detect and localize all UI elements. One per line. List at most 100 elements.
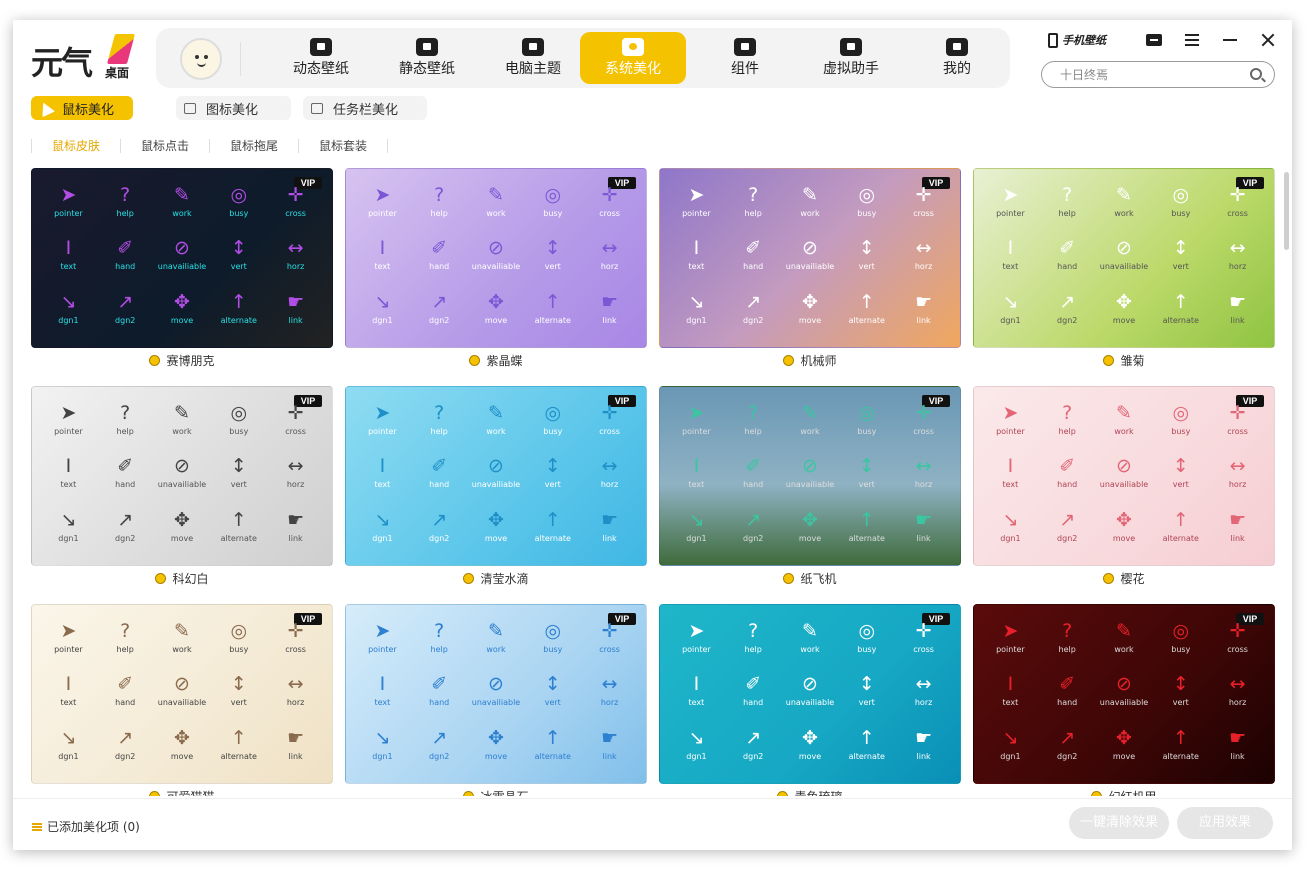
cursor-label: horz bbox=[914, 262, 933, 272]
card-caption[interactable]: 雏菊 bbox=[973, 352, 1275, 368]
card-caption[interactable]: 紫晶蝶 bbox=[345, 352, 647, 368]
card-name: 赛博朋克 bbox=[166, 353, 215, 368]
cursor-preview: ➤ pointer bbox=[668, 181, 725, 234]
cursor-label: horz bbox=[600, 698, 619, 708]
cursor-unavailiable-icon: ⊘ bbox=[1116, 673, 1132, 696]
card-caption[interactable]: 科幻白 bbox=[31, 570, 333, 586]
cursor-preview: ✥ move bbox=[154, 506, 211, 559]
cursor-busy-icon: ◎ bbox=[1172, 184, 1190, 206]
phone-wallpaper-button[interactable]: 手机壁纸 bbox=[1048, 32, 1106, 48]
card-caption[interactable]: 清莹水滴 bbox=[345, 570, 647, 586]
cursor-alternate-icon: ↑ bbox=[1172, 508, 1189, 531]
cursor-label: busy bbox=[1171, 209, 1191, 218]
cursor-preview: ☛ link bbox=[1209, 288, 1266, 341]
cursor-help-icon: ? bbox=[120, 620, 131, 642]
mail-icon[interactable] bbox=[1144, 30, 1164, 50]
cursor-skin-card[interactable]: VIP ➤ pointer? help ✎ work ◎ busy ✛ cross Ⅰtext ✐ ha… bbox=[345, 386, 647, 566]
cursor-skin-card[interactable]: VIP ➤ pointer? help ✎ work ◎ busy ✛ cross Ⅰtext ✐ ha… bbox=[659, 604, 961, 784]
search-input[interactable] bbox=[1060, 66, 1240, 84]
cursor-preview: ✛ cross bbox=[581, 399, 638, 452]
clear-effects-button[interactable]: 一键清除效果 bbox=[1069, 807, 1169, 839]
cursor-skin-card[interactable]: VIP ➤ pointer? help ✎ work ◎ busy ✛ cross Ⅰtext ✐ ha… bbox=[345, 168, 647, 348]
cursor-preview: ↔ horz bbox=[581, 452, 638, 505]
nav-tab-5[interactable]: 虚拟助手 bbox=[798, 32, 904, 84]
cursor-label: dgn2 bbox=[429, 315, 450, 325]
card-caption[interactable]: 青鱼琉璃 bbox=[659, 788, 961, 796]
cursor-preview: ✎ work bbox=[468, 181, 525, 234]
filter-2[interactable]: 鼠标拖尾 bbox=[209, 139, 298, 153]
cursor-preview: ? help bbox=[1039, 399, 1096, 452]
avatar[interactable] bbox=[180, 38, 222, 80]
cursor-label: work bbox=[172, 645, 192, 654]
cursor-skin-card[interactable]: VIP ➤ pointer? help ✎ work ◎ busy ✛ cross Ⅰtext ✐ ha… bbox=[31, 168, 333, 348]
cursor-skin-card[interactable]: VIP ➤ pointer? help ✎ work ◎ busy ✛ cross Ⅰtext ✐ ha… bbox=[31, 386, 333, 566]
cursor-preview: ✥ move bbox=[468, 288, 525, 341]
cursor-skin-card[interactable]: VIP ➤ pointer? help ✎ work ◎ busy ✛ cross Ⅰtext ✐ ha… bbox=[345, 604, 647, 784]
cursor-label: text bbox=[374, 698, 391, 708]
cursor-skin-card[interactable]: VIP ➤ pointer? help ✎ work ◎ busy ✛ cross Ⅰtext ✐ ha… bbox=[659, 386, 961, 566]
cursor-preview: ↗ dgn2 bbox=[1039, 506, 1096, 559]
apply-effects-button[interactable]: 应用效果 bbox=[1177, 807, 1273, 839]
close-icon[interactable] bbox=[1258, 30, 1278, 50]
card-caption[interactable]: 纸飞机 bbox=[659, 570, 961, 586]
cursor-cross-icon: ✛ bbox=[601, 620, 618, 642]
cursor-label: text bbox=[60, 262, 77, 272]
cursor-preview: ✎ work bbox=[782, 181, 839, 234]
cursor-preview: ✐ hand bbox=[725, 670, 782, 723]
cursor-pointer-icon: ➤ bbox=[688, 402, 705, 424]
card-caption[interactable]: 冰霜晶石 bbox=[345, 788, 647, 796]
cursor-busy-icon: ◎ bbox=[544, 184, 562, 206]
filter-3[interactable]: 鼠标套装 bbox=[298, 139, 389, 153]
nav-tab-3[interactable]: 系统美化 bbox=[580, 32, 686, 84]
nav-tab-2[interactable]: 电脑主题 bbox=[480, 32, 586, 84]
filter-1[interactable]: 鼠标点击 bbox=[120, 139, 209, 153]
scrollbar[interactable] bbox=[1284, 172, 1289, 250]
cursor-label: dgn1 bbox=[1000, 533, 1021, 543]
cursor-label: pointer bbox=[54, 427, 83, 436]
cursor-busy-icon: ◎ bbox=[230, 620, 248, 642]
cursor-label: alternate bbox=[220, 315, 257, 325]
cursor-label: work bbox=[800, 209, 820, 218]
cursor-preview: ↕ vert bbox=[210, 670, 267, 723]
cursor-cross-icon: ✛ bbox=[601, 184, 618, 206]
cursor-skin-card[interactable]: VIP ➤ pointer? help ✎ work ◎ busy ✛ cross Ⅰtext ✐ ha… bbox=[973, 168, 1275, 348]
card-caption[interactable]: 可爱猫猫 bbox=[31, 788, 333, 796]
subtab-2[interactable]: 任务栏美化 bbox=[303, 96, 427, 120]
cursor-label: help bbox=[1058, 427, 1076, 436]
cursor-label: move bbox=[1112, 751, 1136, 761]
card-caption[interactable]: 赛博朋克 bbox=[31, 352, 333, 368]
cursor-work-icon: ✎ bbox=[1116, 184, 1132, 206]
cursor-horz-icon: ↔ bbox=[915, 455, 932, 478]
cursor-preview: ↔ horz bbox=[267, 452, 324, 505]
filter-0[interactable]: 鼠标皮肤 bbox=[31, 139, 120, 153]
cursor-skin-card[interactable]: VIP ➤ pointer? help ✎ work ◎ busy ✛ cross Ⅰtext ✐ ha… bbox=[973, 604, 1275, 784]
subtab-0[interactable]: 鼠标美化 bbox=[31, 96, 133, 120]
cursor-pointer-icon: ➤ bbox=[374, 620, 391, 642]
menu-icon[interactable] bbox=[1182, 30, 1202, 50]
card-caption[interactable]: 幻红机甲 bbox=[973, 788, 1275, 796]
nav-tab-1[interactable]: 静态壁纸 bbox=[374, 32, 480, 84]
cursor-label: unavailiable bbox=[1099, 262, 1149, 272]
cursor-preview: ✥ move bbox=[782, 288, 839, 341]
cursor-preview: ? help bbox=[1039, 617, 1096, 670]
cursor-preview: ↕ vert bbox=[210, 234, 267, 287]
card-name: 纸飞机 bbox=[800, 571, 837, 586]
nav-tab-4[interactable]: 组件 bbox=[692, 32, 798, 84]
nav-tab-6[interactable]: 我的 bbox=[904, 32, 1010, 84]
card-caption[interactable]: 樱花 bbox=[973, 570, 1275, 586]
minimize-icon[interactable] bbox=[1220, 30, 1240, 50]
cursor-skin-card[interactable]: VIP ➤ pointer? help ✎ work ◎ busy ✛ cross Ⅰtext ✐ ha… bbox=[659, 168, 961, 348]
cursor-horz-icon: ↔ bbox=[1229, 455, 1246, 478]
added-items-info[interactable]: 已添加美化项 (0) bbox=[32, 818, 140, 835]
nav-tab-0[interactable]: 动态壁纸 bbox=[268, 32, 374, 84]
cursor-skin-card[interactable]: VIP ➤ pointer? help ✎ work ◎ busy ✛ cross Ⅰtext ✐ ha… bbox=[31, 604, 333, 784]
subtab-1[interactable]: 图标美化 bbox=[176, 96, 291, 120]
cursor-label: cross bbox=[285, 209, 306, 218]
cursor-label: text bbox=[1002, 262, 1019, 272]
cursor-text-icon: Ⅰ bbox=[65, 673, 72, 696]
cursor-skin-card[interactable]: VIP ➤ pointer? help ✎ work ◎ busy ✛ cross Ⅰtext ✐ ha… bbox=[973, 386, 1275, 566]
search-icon[interactable] bbox=[1250, 68, 1262, 80]
cursor-preview: Ⅰtext bbox=[40, 670, 97, 723]
card-caption[interactable]: 机械师 bbox=[659, 352, 961, 368]
cursor-preview: ↘ dgn1 bbox=[40, 724, 97, 777]
